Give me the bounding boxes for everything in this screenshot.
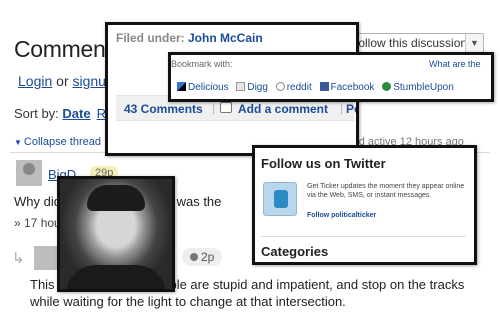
tag-link[interactable]: John McCain: [188, 31, 263, 45]
follow-discussion-select[interactable]: Follow this discussion ▼: [346, 33, 484, 53]
permalink-link[interactable]: Perm: [346, 102, 356, 116]
sort-label: Sort by:: [14, 106, 63, 121]
comment-icon: [220, 102, 232, 113]
photo-popup: [57, 176, 175, 292]
filed-under-row: Filed under: John McCain: [116, 31, 263, 45]
chevron-down-icon[interactable]: ▼: [465, 34, 483, 52]
bookmark-popup: Bookmark with: What are the Delicious Di…: [168, 52, 494, 102]
bookmark-services: Delicious Digg reddit Facebook StumbleUp…: [177, 82, 459, 93]
portrait-hair: [87, 185, 145, 211]
reddit-icon: [275, 82, 285, 91]
twitter-description: Get Ticker updates the moment they appea…: [307, 183, 465, 199]
follow-discussion-label: Follow this discussion: [351, 36, 468, 50]
delicious-bookmark[interactable]: Delicious: [177, 82, 229, 93]
facebook-bookmark[interactable]: Facebook: [319, 82, 375, 93]
reply-points-badge: 2p: [182, 248, 223, 266]
stumbleupon-icon: [382, 82, 392, 91]
sort-row: Sort by: Date R: [14, 106, 106, 121]
bookmark-label: Bookmark with:: [171, 59, 233, 69]
portrait-shirt: [66, 265, 166, 289]
or-text: or: [52, 73, 73, 89]
avatar: [16, 160, 42, 186]
comment-count-link[interactable]: 43 Comments: [124, 102, 203, 116]
login-link[interactable]: Login: [18, 73, 52, 89]
login-row: Login or signup: [18, 73, 114, 89]
bookmark-label-delicious: Delicious: [188, 82, 229, 93]
add-comment-link[interactable]: Add a comment: [238, 102, 328, 116]
bookmark-label-stumbleupon: StumbleUpon: [393, 82, 454, 93]
points-dot-icon: [190, 253, 198, 261]
bookmark-label-facebook: Facebook: [330, 82, 375, 93]
twitter-popup: Follow us on Twitter Get Ticker updates …: [252, 145, 477, 265]
bookmark-label-digg: Digg: [247, 82, 268, 93]
follow-link[interactable]: Follow politicalticker: [307, 212, 376, 219]
reply-arrow-icon: ↳: [12, 250, 25, 267]
reply-points-value: 2p: [201, 250, 215, 264]
sort-date-link[interactable]: Date: [62, 106, 90, 121]
stumbleupon-bookmark[interactable]: StumbleUpon: [382, 82, 454, 93]
divider: [261, 236, 466, 237]
bookmark-label-reddit: reddit: [286, 82, 312, 93]
separator: |: [212, 101, 216, 115]
reddit-bookmark[interactable]: reddit: [275, 82, 312, 93]
twitter-bird-icon[interactable]: [263, 182, 297, 216]
categories-heading: Categories: [261, 244, 329, 259]
digg-bookmark[interactable]: Digg: [236, 82, 268, 93]
avatar: [34, 246, 58, 270]
twitter-heading: Follow us on Twitter: [261, 156, 386, 171]
facebook-icon: [319, 82, 329, 91]
delicious-icon: [177, 82, 186, 91]
what-are-these-link[interactable]: What are the: [429, 59, 481, 69]
separator: |: [340, 101, 344, 115]
collapse-triangle-icon: ▼: [14, 138, 22, 147]
collapse-thread-link[interactable]: ▼ Collapse thread: [14, 136, 101, 148]
collapse-thread-label: Collapse thread: [23, 136, 101, 148]
filed-under-label: Filed under:: [116, 31, 188, 45]
digg-icon: [236, 82, 246, 91]
